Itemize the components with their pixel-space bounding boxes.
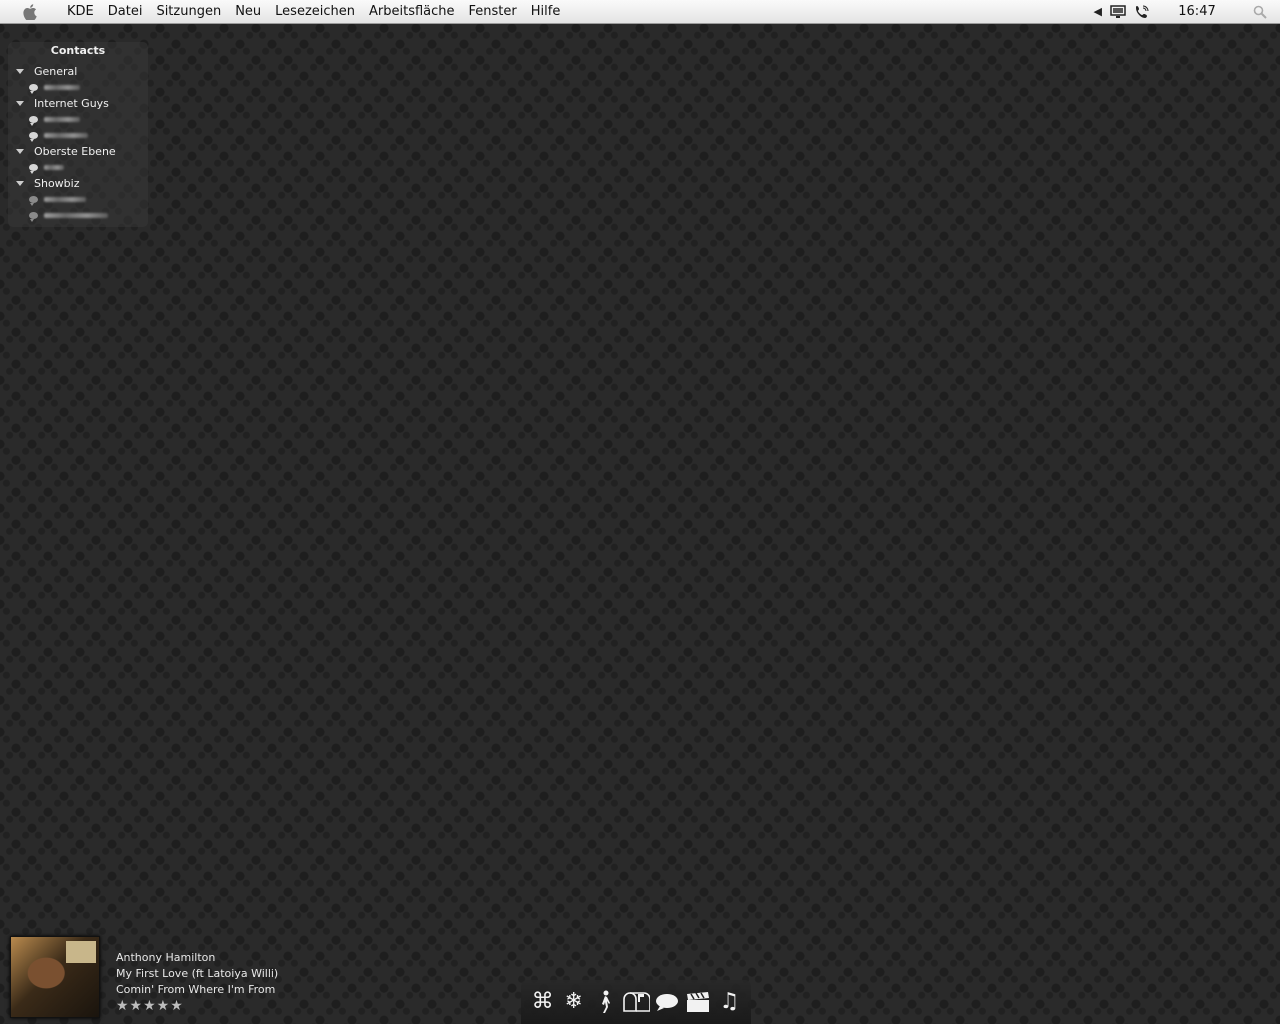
search-icon[interactable] [1240, 5, 1280, 19]
expand-arrow-icon[interactable] [16, 148, 24, 154]
expand-arrow-icon[interactable] [16, 68, 24, 74]
track-title: My First Love (ft Latoiya Willi) [116, 967, 279, 980]
album-cover[interactable] [10, 936, 100, 1018]
chat-status-icon [29, 211, 38, 222]
contact-name-blurred [44, 164, 64, 170]
chat-status-icon [29, 131, 38, 142]
now-playing-widget: Anthony Hamilton My First Love (ft Latoi… [10, 936, 310, 1018]
contact-group-oberste-ebene: Oberste Ebene [8, 143, 116, 175]
group-header[interactable]: Oberste Ebene [8, 143, 116, 159]
menu-sitzungen[interactable]: Sitzungen [149, 4, 228, 19]
command-icon[interactable]: ⌘ [528, 982, 558, 1022]
group-name: Showbiz [34, 176, 80, 190]
contact-item[interactable] [8, 79, 80, 95]
contact-item[interactable] [8, 111, 109, 127]
menu-hilfe[interactable]: Hilfe [524, 4, 568, 19]
chat-status-icon [29, 163, 38, 174]
track-rating[interactable]: ★★★★★ [116, 998, 278, 1014]
group-name: General [34, 64, 78, 78]
menu-fenster[interactable]: Fenster [462, 4, 524, 19]
contact-name-blurred [44, 84, 80, 90]
phone-icon[interactable] [1134, 4, 1150, 20]
track-info: Anthony Hamilton My First Love (ft Latoi… [116, 950, 278, 1014]
menu-datei[interactable]: Datei [101, 4, 150, 19]
clock[interactable]: 16:47 [1154, 4, 1240, 19]
monitor-icon[interactable] [1110, 4, 1126, 19]
contact-item[interactable] [8, 191, 108, 207]
system-tray: ◀ 16:47 [1090, 0, 1280, 24]
chat-status-icon [29, 83, 38, 94]
contact-item[interactable] [8, 207, 108, 223]
group-name: Oberste Ebene [34, 144, 116, 158]
chat-status-icon [29, 115, 38, 126]
chat-status-icon [29, 195, 38, 206]
figure-icon[interactable] [590, 982, 620, 1022]
expand-arrow-icon[interactable] [16, 100, 24, 106]
contact-item[interactable] [8, 127, 109, 143]
menu-kde[interactable]: KDE [60, 4, 101, 19]
expand-arrow-icon[interactable] [16, 180, 24, 186]
clapperboard-icon[interactable] [683, 982, 713, 1022]
contact-name-blurred [44, 212, 108, 218]
contact-name-blurred [44, 132, 88, 138]
music-note-icon[interactable]: ♫ [714, 982, 744, 1022]
album-cover-label [66, 941, 96, 963]
menu-bar: KDE Datei Sitzungen Neu Lesezeichen Arbe… [0, 0, 1280, 24]
chat-bubble-icon[interactable] [652, 982, 682, 1022]
contact-item[interactable] [8, 159, 116, 175]
menu-lesezeichen[interactable]: Lesezeichen [268, 4, 362, 19]
snowflake-icon[interactable]: ❄ [559, 982, 589, 1022]
mailbox-icon[interactable] [621, 982, 651, 1022]
menu-neu[interactable]: Neu [228, 4, 268, 19]
contacts-title: Contacts [50, 44, 106, 57]
contact-group-general: General [8, 63, 80, 95]
contact-group-showbiz: Showbiz [8, 175, 108, 223]
track-album: Comin' From Where I'm From [116, 983, 276, 996]
group-header[interactable]: Showbiz [8, 175, 108, 191]
contact-name-blurred [44, 196, 86, 202]
group-name: Internet Guys [34, 96, 109, 110]
group-header[interactable]: General [8, 63, 80, 79]
apple-icon [23, 3, 37, 20]
dock: ⌘ ❄ ♫ [521, 980, 751, 1024]
group-header[interactable]: Internet Guys [8, 95, 109, 111]
contact-name-blurred [44, 116, 80, 122]
arrow-left-icon[interactable]: ◀ [1094, 5, 1102, 18]
contacts-widget: Contacts General Internet Guys Oberste E… [8, 42, 148, 227]
track-artist: Anthony Hamilton [116, 951, 216, 964]
apple-menu-button[interactable] [0, 3, 60, 20]
menu-arbeitsflaeche[interactable]: Arbeitsfläche [362, 4, 462, 19]
contact-group-internet-guys: Internet Guys [8, 95, 109, 143]
